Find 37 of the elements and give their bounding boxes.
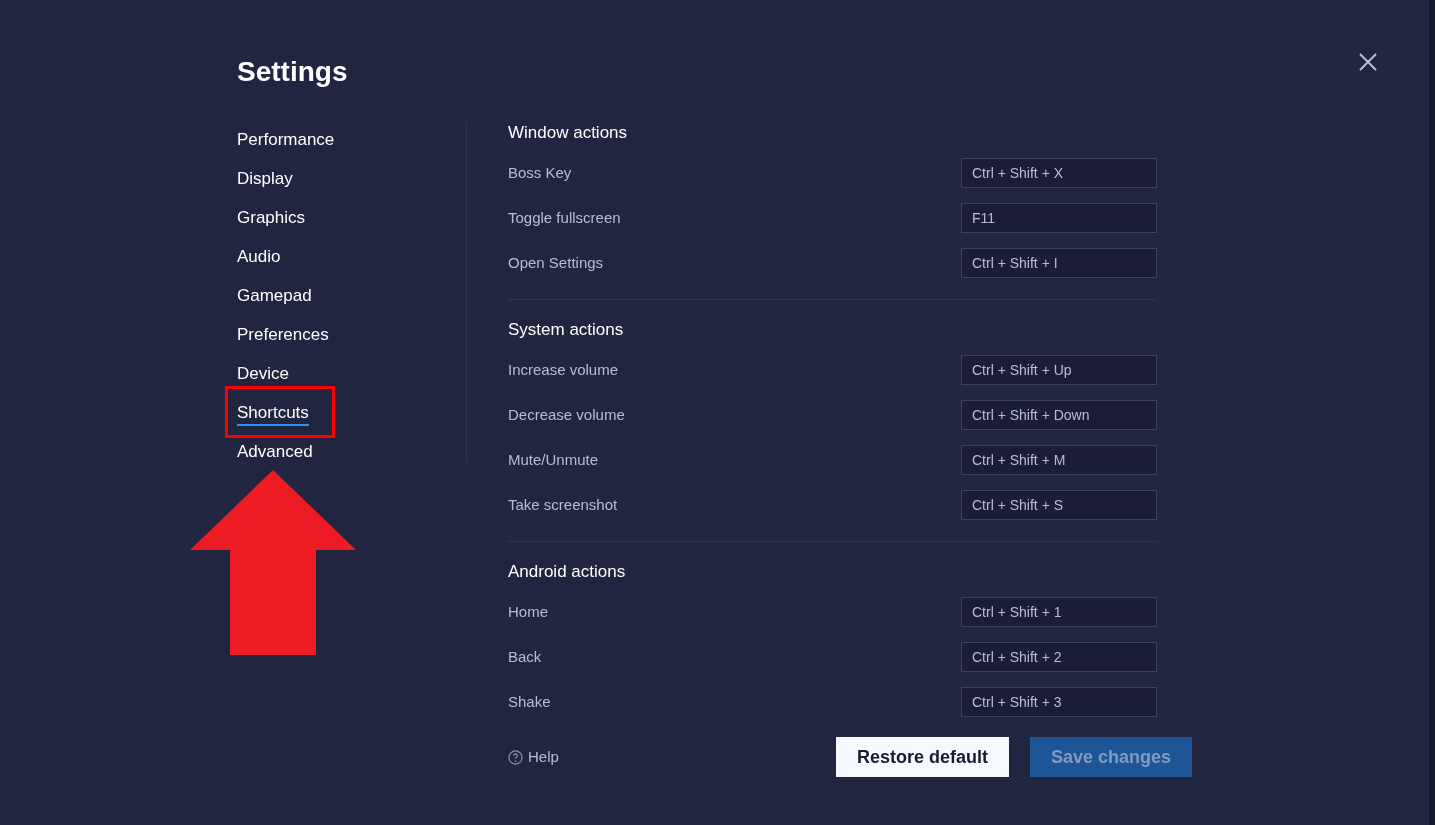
shortcut-label: Toggle fullscreen [508,207,621,228]
sidebar-item[interactable]: Graphics [237,206,306,231]
shortcut-field[interactable]: Ctrl + Shift + M [961,445,1157,475]
shortcut-label: Take screenshot [508,494,618,515]
sidebar-item[interactable]: Shortcuts [237,401,309,426]
shortcut-field[interactable]: Ctrl + Shift + S [961,490,1157,520]
shortcut-label: Shake [508,691,551,712]
sidebar-item[interactable]: Display [237,167,293,192]
dialog-title: Settings [237,55,348,89]
shortcut-label: Mute/Unmute [508,449,599,470]
shortcut-field[interactable]: Ctrl + Shift + I [961,248,1157,278]
shortcut-label: Open Settings [508,252,604,273]
help-link[interactable]: Help [528,745,559,769]
shortcut-label: Boss Key [508,162,572,183]
section-heading: System actions [508,320,625,340]
shortcut-label: Increase volume [508,359,619,380]
help-icon [508,749,523,765]
close-icon[interactable] [1358,52,1378,72]
section-heading: Android actions [508,562,627,582]
sidebar-item[interactable]: Device [237,362,289,387]
restore-button[interactable]: Restore default [835,737,1009,777]
shortcut-label: Decrease volume [508,404,625,425]
shortcut-field[interactable]: Ctrl + Shift + 1 [961,597,1157,627]
section-heading: Window actions [508,123,629,143]
sidebar-item[interactable]: Preferences [237,323,329,348]
shortcut-field[interactable]: F11 [961,203,1157,233]
shortcut-field[interactable]: Ctrl + Shift + Up [961,355,1157,385]
shortcut-label: Home [508,601,548,622]
shortcut-label: Back [508,646,542,667]
sidebar-item[interactable]: Advanced [237,440,313,465]
sidebar-item[interactable]: Performance [237,128,335,153]
sidebar-item[interactable]: Audio [237,245,281,270]
shortcut-field[interactable]: Ctrl + Shift + 3 [961,687,1157,717]
shortcut-field[interactable]: Ctrl + Shift + Down [961,400,1157,430]
shortcut-field[interactable]: Ctrl + Shift + X [961,158,1157,188]
sidebar-item[interactable]: Gamepad [237,284,312,309]
shortcut-field[interactable]: Ctrl + Shift + 2 [961,642,1157,672]
